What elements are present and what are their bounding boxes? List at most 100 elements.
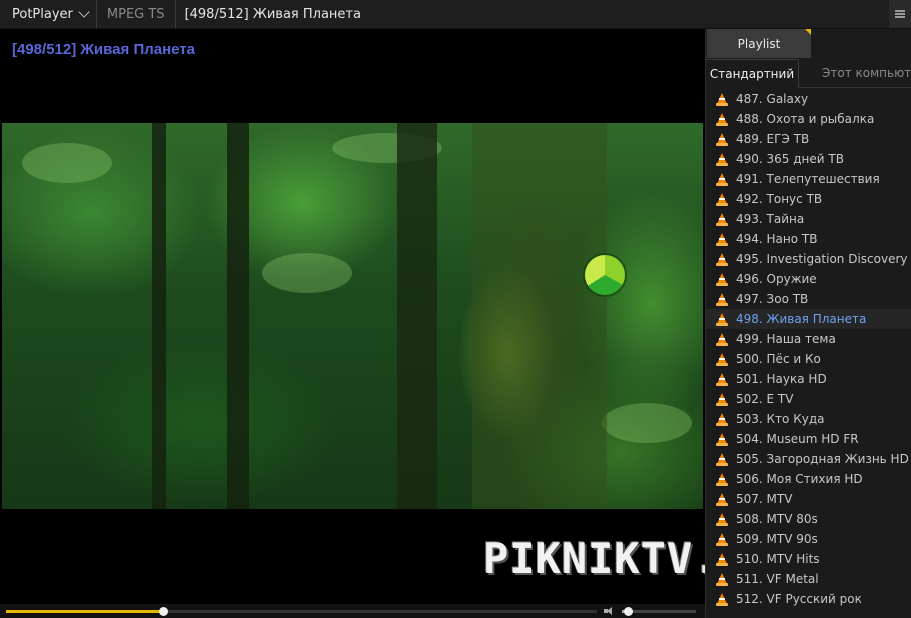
video-frame[interactable]: [2, 123, 703, 509]
vlc-cone-icon: [716, 112, 728, 126]
control-bar: [0, 604, 705, 618]
playlist-item[interactable]: 496. Оружие: [706, 269, 911, 289]
playlist-item-label: 512. VF Русский рок: [736, 592, 862, 606]
playlist-list: 487. Galaxy 488. Охота и рыбалка 489. ЕГЭ …: [706, 89, 911, 609]
foliage-highlight: [22, 143, 112, 183]
vlc-cone-icon: [716, 252, 728, 266]
playlist-subtabs: Стандартний Этот компьютер: [706, 59, 911, 88]
playlist-item[interactable]: 511. VF Metal: [706, 569, 911, 589]
volume-handle[interactable]: [623, 607, 633, 616]
playlist-item-label: 488. Охота и рыбалка: [736, 112, 875, 126]
playlist-item-label: 508. MTV 80s: [736, 512, 818, 526]
vlc-cone-icon: [716, 132, 728, 146]
playlist-item-label: 492. Тонус ТВ: [736, 192, 823, 206]
vlc-cone-icon: [716, 452, 728, 466]
video-area[interactable]: [498/512] Живая Планета PIKNIKTV.COM: [0, 29, 797, 604]
window-title: [498/512] Живая Планета: [184, 6, 361, 22]
playlist-item-label: 496. Оружие: [736, 272, 817, 286]
playlist-item[interactable]: 509. MTV 90s: [706, 529, 911, 549]
playlist-item[interactable]: 499. Наша тема: [706, 329, 911, 349]
vlc-cone-icon: [716, 272, 728, 286]
playlist-item-label: 504. Museum HD FR: [736, 432, 859, 446]
vlc-cone-icon: [716, 432, 728, 446]
vlc-cone-icon: [716, 472, 728, 486]
playlist-item[interactable]: 504. Museum HD FR: [706, 429, 911, 449]
playlist-item-label: 510. MTV Hits: [736, 552, 820, 566]
playlist-item[interactable]: 488. Охота и рыбалка: [706, 109, 911, 129]
vlc-cone-icon: [716, 232, 728, 246]
subtab-this-computer[interactable]: Этот компьютер: [806, 59, 911, 87]
playlist-item-label: 498. Живая Планета: [736, 312, 867, 326]
tab-playlist-label: Playlist: [737, 36, 781, 51]
app-menu-button[interactable]: PotPlayer: [0, 0, 97, 28]
playlist-item-label: 495. Investigation Discovery: [736, 252, 908, 266]
playlist-item[interactable]: 505. Загородная Жизнь HD: [706, 449, 911, 469]
playlist-item[interactable]: 497. Зоо ТВ: [706, 289, 911, 309]
playlist-item[interactable]: 502. E TV: [706, 389, 911, 409]
vlc-cone-icon: [716, 312, 728, 326]
playlist-item-label: 500. Пёс и Ко: [736, 352, 821, 366]
playlist-item-label: 505. Загородная Жизнь HD: [736, 452, 909, 466]
format-label: MPEG TS: [97, 0, 176, 28]
tree-trunk: [472, 123, 607, 509]
tree-trunk: [152, 123, 166, 509]
playlist-item-label: 501. Наука HD: [736, 372, 827, 386]
vlc-cone-icon: [716, 172, 728, 186]
osd-title: [498/512] Живая Планета: [12, 41, 195, 58]
speaker-icon[interactable]: [604, 607, 614, 615]
vlc-cone-icon: [716, 352, 728, 366]
playlist-item[interactable]: 500. Пёс и Ко: [706, 349, 911, 369]
playlist-item[interactable]: 489. ЕГЭ ТВ: [706, 129, 911, 149]
playlist-item-label: 493. Тайна: [736, 212, 805, 226]
chevron-down-icon: [78, 6, 90, 18]
playlist-item-label: 489. ЕГЭ ТВ: [736, 132, 810, 146]
foliage-highlight: [262, 253, 352, 293]
corner-marker: [805, 29, 811, 35]
playlist-item-label: 497. Зоо ТВ: [736, 292, 809, 306]
playlist-item[interactable]: 506. Моя Стихия HD: [706, 469, 911, 489]
playlist-item[interactable]: 490. 365 дней ТВ: [706, 149, 911, 169]
playlist-item-label: 502. E TV: [736, 392, 794, 406]
vlc-cone-icon: [716, 532, 728, 546]
playlist-item[interactable]: 507. MTV: [706, 489, 911, 509]
tree-trunk: [397, 123, 437, 509]
seek-handle[interactable]: [158, 607, 168, 616]
playlist-item[interactable]: 495. Investigation Discovery: [706, 249, 911, 269]
playlist-item[interactable]: 487. Galaxy: [706, 89, 911, 109]
playlist-item[interactable]: 512. VF Русский рок: [706, 589, 911, 609]
playlist-item[interactable]: 503. Кто Куда: [706, 409, 911, 429]
channel-logo: [585, 255, 625, 295]
tree-trunk: [227, 123, 249, 509]
tab-playlist[interactable]: Playlist: [707, 29, 811, 58]
playlist-item[interactable]: 510. MTV Hits: [706, 549, 911, 569]
foliage-highlight: [602, 403, 692, 443]
vlc-cone-icon: [716, 192, 728, 206]
menu-icon: [895, 10, 905, 18]
playlist-item[interactable]: 491. Телепутешествия: [706, 169, 911, 189]
playlist-item-label: 491. Телепутешествия: [736, 172, 880, 186]
vlc-cone-icon: [716, 512, 728, 526]
title-bar: PotPlayer MPEG TS [498/512] Живая Планет…: [0, 0, 911, 29]
vlc-cone-icon: [716, 592, 728, 606]
volume-slider[interactable]: [622, 607, 696, 616]
playlist-item-label: 503. Кто Куда: [736, 412, 825, 426]
vlc-cone-icon: [716, 292, 728, 306]
vlc-cone-icon: [716, 552, 728, 566]
seek-bar[interactable]: [6, 607, 597, 616]
playlist-item-label: 506. Моя Стихия HD: [736, 472, 863, 486]
playlist-item[interactable]: 493. Тайна: [706, 209, 911, 229]
playlist-item[interactable]: 492. Тонус ТВ: [706, 189, 911, 209]
vlc-cone-icon: [716, 572, 728, 586]
playlist-item-label: 487. Galaxy: [736, 92, 809, 106]
playlist-item[interactable]: 498. Живая Планета: [706, 309, 911, 329]
playlist-panel: Playlist Стандартний Этот компьютер 487.…: [705, 29, 911, 618]
playlist-item[interactable]: 494. Нано ТВ: [706, 229, 911, 249]
playlist-item[interactable]: 508. MTV 80s: [706, 509, 911, 529]
subtab-standard[interactable]: Стандартний: [706, 59, 799, 88]
playlist-item-label: 509. MTV 90s: [736, 532, 818, 546]
vlc-cone-icon: [716, 212, 728, 226]
playlist-item-label: 490. 365 дней ТВ: [736, 152, 844, 166]
playlist-item[interactable]: 501. Наука HD: [706, 369, 911, 389]
vlc-cone-icon: [716, 492, 728, 506]
menu-button[interactable]: [889, 0, 911, 28]
